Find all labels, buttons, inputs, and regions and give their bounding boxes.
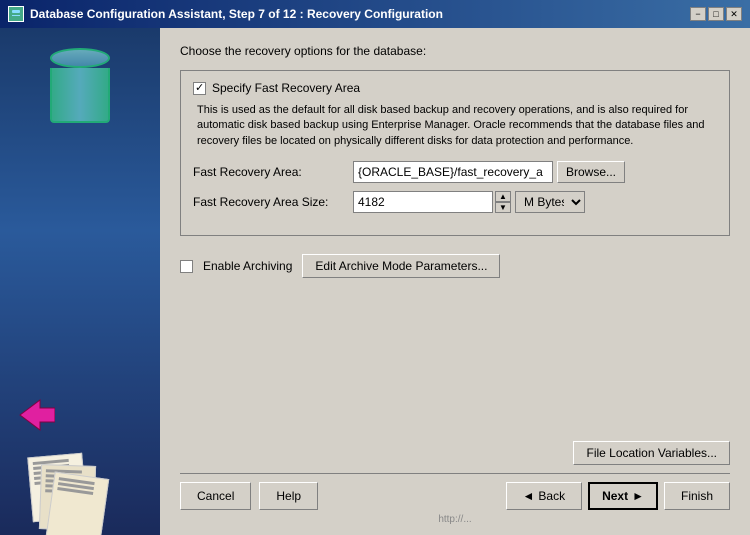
- separator: [180, 473, 730, 474]
- title-bar: Database Configuration Assistant, Step 7…: [0, 0, 750, 28]
- file-location-variables-button[interactable]: File Location Variables...: [573, 441, 730, 465]
- fast-recovery-size-label: Fast Recovery Area Size:: [193, 195, 353, 209]
- back-arrow: ◄: [523, 489, 535, 503]
- specify-recovery-checkbox[interactable]: [193, 82, 206, 95]
- browse-button[interactable]: Browse...: [557, 161, 625, 183]
- next-label: Next: [602, 489, 628, 503]
- finish-button[interactable]: Finish: [664, 482, 730, 510]
- group-box-header: Specify Fast Recovery Area: [193, 81, 717, 95]
- back-button[interactable]: ◄ Back: [506, 482, 583, 510]
- app-icon: [8, 6, 24, 22]
- nav-left: Cancel Help: [180, 482, 318, 510]
- cancel-button[interactable]: Cancel: [180, 482, 251, 510]
- file-location-row: File Location Variables...: [180, 441, 730, 465]
- unit-select[interactable]: M Bytes G Bytes: [515, 191, 585, 213]
- enable-archiving-checkbox[interactable]: [180, 260, 193, 273]
- help-button[interactable]: Help: [259, 482, 318, 510]
- size-spinner: ▲ ▼: [495, 191, 511, 213]
- left-panel: [0, 28, 160, 535]
- maximize-button[interactable]: □: [708, 7, 724, 21]
- fast-recovery-size-input[interactable]: [353, 191, 493, 213]
- next-button[interactable]: Next ►: [588, 482, 658, 510]
- archiving-section: Enable Archiving Edit Archive Mode Param…: [180, 254, 730, 278]
- back-label: Back: [538, 489, 565, 503]
- database-icon: [50, 48, 110, 128]
- edit-archive-mode-button[interactable]: Edit Archive Mode Parameters...: [302, 254, 500, 278]
- close-button[interactable]: ✕: [726, 7, 742, 21]
- right-panel: Choose the recovery options for the data…: [160, 28, 750, 535]
- instruction-text: Choose the recovery options for the data…: [180, 44, 730, 58]
- main-container: Choose the recovery options for the data…: [0, 28, 750, 535]
- recovery-group-box: Specify Fast Recovery Area This is used …: [180, 70, 730, 236]
- nav-right: ◄ Back Next ► Finish: [506, 482, 731, 510]
- spinner-up-button[interactable]: ▲: [495, 191, 511, 202]
- next-arrow: ►: [632, 489, 644, 503]
- arrow-icon: [15, 395, 55, 435]
- bottom-section: File Location Variables... Cancel Help ◄…: [180, 441, 730, 525]
- spinner-down-button[interactable]: ▼: [495, 202, 511, 213]
- watermark: http://...: [180, 514, 730, 525]
- window-controls: − □ ✕: [690, 7, 742, 21]
- fast-recovery-size-row: Fast Recovery Area Size: ▲ ▼ M Bytes G B…: [193, 191, 717, 213]
- specify-recovery-label: Specify Fast Recovery Area: [212, 81, 360, 95]
- enable-archiving-label: Enable Archiving: [203, 259, 292, 273]
- fast-recovery-area-input[interactable]: [353, 161, 553, 183]
- fast-recovery-area-row: Fast Recovery Area: Browse...: [193, 161, 717, 183]
- minimize-button[interactable]: −: [690, 7, 706, 21]
- left-panel-image: [0, 28, 160, 535]
- window-title: Database Configuration Assistant, Step 7…: [30, 7, 443, 21]
- fast-recovery-area-label: Fast Recovery Area:: [193, 165, 353, 179]
- description-text: This is used as the default for all disk…: [193, 103, 717, 149]
- nav-buttons: Cancel Help ◄ Back Next ► Finish: [180, 482, 730, 510]
